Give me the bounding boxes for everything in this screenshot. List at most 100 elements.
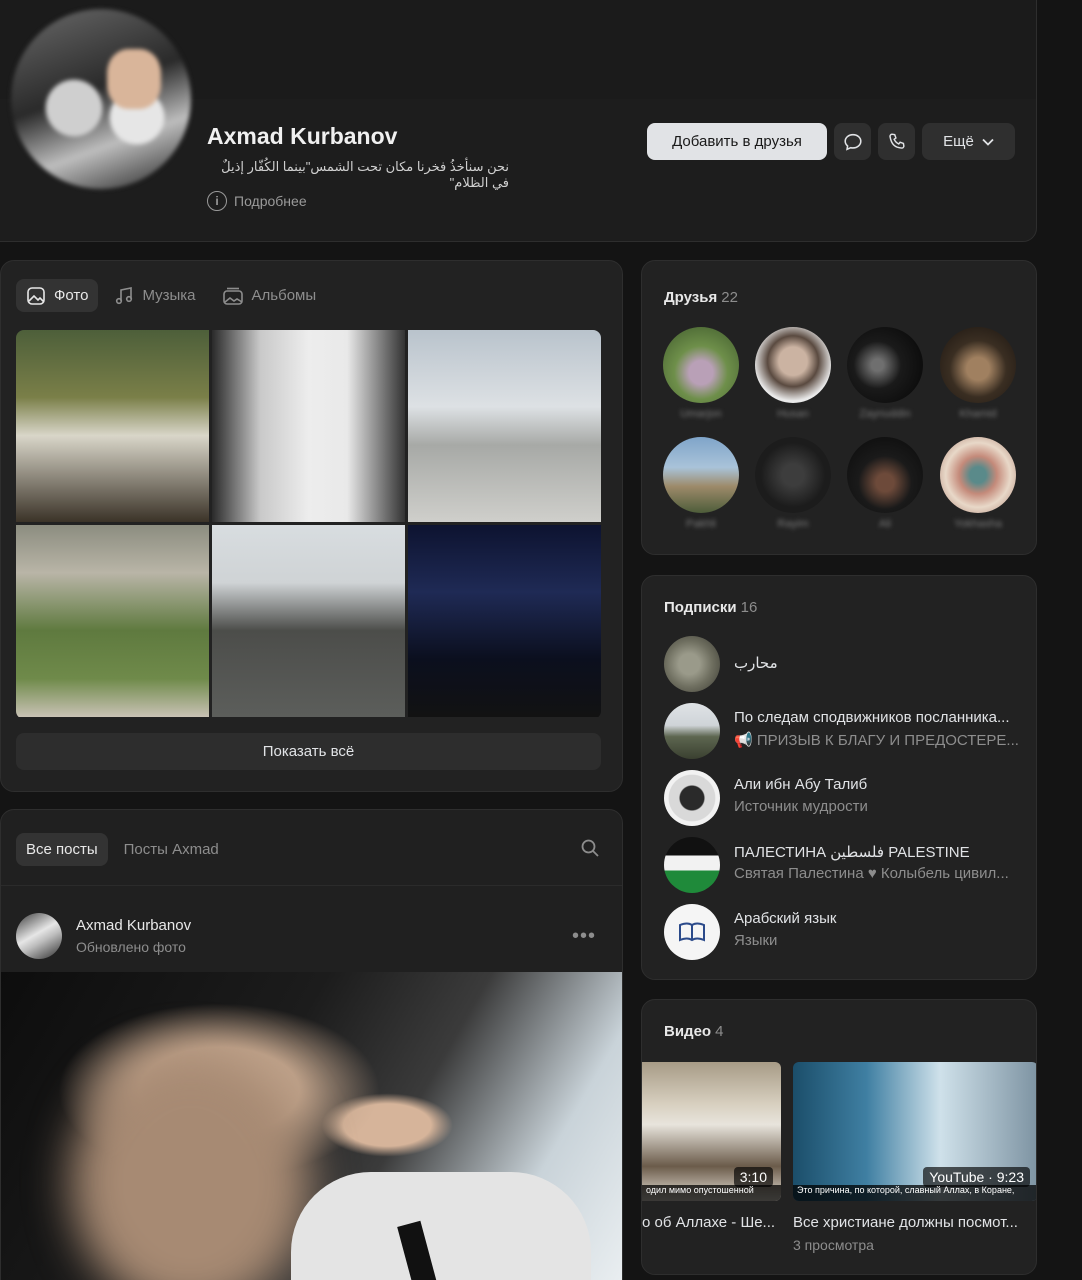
tab-music-label: Музыка — [142, 287, 196, 304]
video-thumbnail[interactable]: YouTube · 9:23 Это причина, по которой, … — [793, 1062, 1036, 1201]
call-button[interactable] — [878, 123, 915, 160]
friend-avatar[interactable] — [663, 327, 739, 403]
subscription-item[interactable]: ПАЛЕСТИНА فلسطين PALESTINE Святая Палест… — [664, 837, 1024, 893]
friends-block: Друзья 22 Umarjon Husan Zaynuddin Khamid … — [641, 260, 1037, 555]
video-title[interactable]: Все христиане должны посмот... — [793, 1214, 1036, 1231]
post-photo[interactable] — [1, 972, 622, 1280]
info-icon: i — [207, 191, 227, 211]
friend-name[interactable]: Zaynuddin — [847, 408, 923, 420]
videos-block: Видео 4 3:10 одил мимо опустошенной о об … — [641, 999, 1037, 1275]
friend-name[interactable]: Khamid — [940, 408, 1016, 420]
profile-details-link[interactable]: i Подробнее — [207, 191, 307, 211]
media-block: Фото Музыка Альбомы Показать всё — [0, 260, 623, 792]
friend-avatar[interactable] — [940, 327, 1016, 403]
photo-thumbnail[interactable] — [212, 525, 405, 717]
add-friend-button[interactable]: Добавить в друзья — [647, 123, 827, 160]
subscription-subtitle: 📢 ПРИЗЫВ К БЛАГУ И ПРЕДОСТЕРЕ... — [734, 732, 1019, 749]
friend-avatar[interactable] — [940, 437, 1016, 513]
profile-status: نحن سنأخذُ فخرنا مكان تحت الشمس"بينما ال… — [221, 159, 509, 190]
tab-photos-label: Фото — [54, 287, 89, 304]
videos-header[interactable]: Видео 4 — [664, 1023, 723, 1040]
wall-block: Все посты Посты Axmad Axmad Kurbanov Обн… — [0, 809, 623, 1280]
search-button[interactable] — [580, 838, 600, 863]
more-label: Ещё — [943, 133, 974, 150]
phone-icon — [888, 132, 905, 149]
subscription-item[interactable]: Арабский язык Языки — [664, 904, 1024, 960]
album-icon — [222, 287, 243, 305]
photo-thumbnail[interactable] — [212, 330, 405, 522]
video-duration: 3:10 — [733, 1167, 773, 1187]
media-tabs: Фото Музыка Альбомы — [16, 279, 326, 312]
book-icon — [679, 922, 705, 942]
subscription-avatar — [664, 703, 720, 759]
video-views: 3 просмотра — [793, 1237, 874, 1253]
photo-shirt — [291, 1172, 591, 1280]
subscription-subtitle: Языки — [734, 932, 778, 949]
friends-title: Друзья — [664, 289, 718, 306]
post-author-avatar[interactable] — [16, 913, 62, 959]
divider — [1, 885, 622, 886]
chevron-down-icon — [982, 138, 994, 146]
message-icon — [843, 133, 862, 151]
friend-name[interactable]: Ali — [847, 518, 923, 530]
subscriptions-block: Подписки 16 محارب По следам сподвижников … — [641, 575, 1037, 980]
video-title[interactable]: о об Аллахе - Ше... — [642, 1214, 781, 1231]
tab-photos[interactable]: Фото — [16, 279, 99, 312]
video-duration: YouTube · 9:23 — [923, 1167, 1030, 1187]
friends-count: 22 — [721, 289, 738, 306]
search-icon — [581, 839, 599, 857]
profile-header: Axmad Kurbanov نحن سنأخذُ فخرنا مكان تحت… — [0, 0, 1037, 242]
subscription-item[interactable]: По следам сподвижников посланника... 📢 П… — [664, 703, 1024, 759]
video-caption: Это причина, по которой, славный Аллах, … — [793, 1185, 1036, 1201]
post-action: Обновлено фото — [76, 939, 186, 955]
tab-albums[interactable]: Альбомы — [212, 279, 327, 312]
tab-albums-label: Альбомы — [251, 287, 317, 304]
subscriptions-count: 16 — [740, 599, 758, 616]
music-icon — [116, 286, 133, 304]
subscription-avatar — [664, 837, 720, 893]
subscription-title: ПАЛЕСТИНА فلسطين PALESTINE — [734, 844, 970, 861]
friend-avatar[interactable] — [663, 437, 739, 513]
more-dropdown[interactable]: Ещё — [922, 123, 1015, 160]
photo-thumbnail[interactable] — [408, 525, 601, 717]
subscription-avatar — [664, 904, 720, 960]
friend-name[interactable]: Umarjon — [663, 408, 739, 420]
subscriptions-header[interactable]: Подписки 16 — [664, 599, 757, 616]
photo-thumbnail[interactable] — [16, 525, 209, 717]
friend-avatar[interactable] — [847, 327, 923, 403]
friend-avatar[interactable] — [755, 327, 831, 403]
subscription-avatar — [664, 636, 720, 692]
video-thumbnail[interactable]: 3:10 одил мимо опустошенной — [642, 1062, 781, 1201]
friend-name[interactable]: Husan — [755, 408, 831, 420]
friend-avatar[interactable] — [847, 437, 923, 513]
subscription-avatar — [664, 770, 720, 826]
tab-all-posts[interactable]: Все посты — [16, 833, 108, 866]
post-tabs: Все посты Посты Axmad — [16, 833, 229, 866]
friend-name[interactable]: Pakhli — [663, 518, 739, 530]
subscription-subtitle: Святая Палестина ♥ Колыбель цивил... — [734, 865, 1009, 882]
videos-count: 4 — [715, 1023, 724, 1040]
subscriptions-title: Подписки — [664, 599, 737, 616]
photo-thumbnail[interactable] — [16, 330, 209, 522]
friends-header[interactable]: Друзья 22 — [664, 289, 738, 306]
friend-avatar[interactable] — [755, 437, 831, 513]
profile-name: Axmad Kurbanov — [207, 123, 398, 149]
profile-avatar[interactable] — [11, 9, 191, 189]
post-author-name[interactable]: Axmad Kurbanov — [76, 917, 191, 934]
friend-name[interactable]: Yokhasha — [940, 518, 1016, 530]
tab-owner-posts[interactable]: Посты Axmad — [114, 833, 229, 866]
photo-thumbnail[interactable] — [408, 330, 601, 522]
more-options-icon[interactable]: ••• — [572, 925, 596, 948]
profile-details-label: Подробнее — [234, 193, 307, 209]
tab-music[interactable]: Музыка — [104, 279, 205, 312]
blurred-face — [71, 1052, 311, 1280]
message-button[interactable] — [834, 123, 871, 160]
subscription-title: محارب — [734, 655, 778, 672]
subscription-item[interactable]: Али ибн Абу Талиб Источник мудрости — [664, 770, 1024, 826]
video-caption: одил мимо опустошенной — [642, 1185, 781, 1201]
friend-name[interactable]: Rayim — [755, 518, 831, 530]
subscription-subtitle: Источник мудрости — [734, 798, 868, 815]
show-all-button[interactable]: Показать всё — [16, 733, 601, 770]
videos-title: Видео — [664, 1023, 712, 1040]
subscription-item[interactable]: محارب — [664, 636, 1024, 692]
